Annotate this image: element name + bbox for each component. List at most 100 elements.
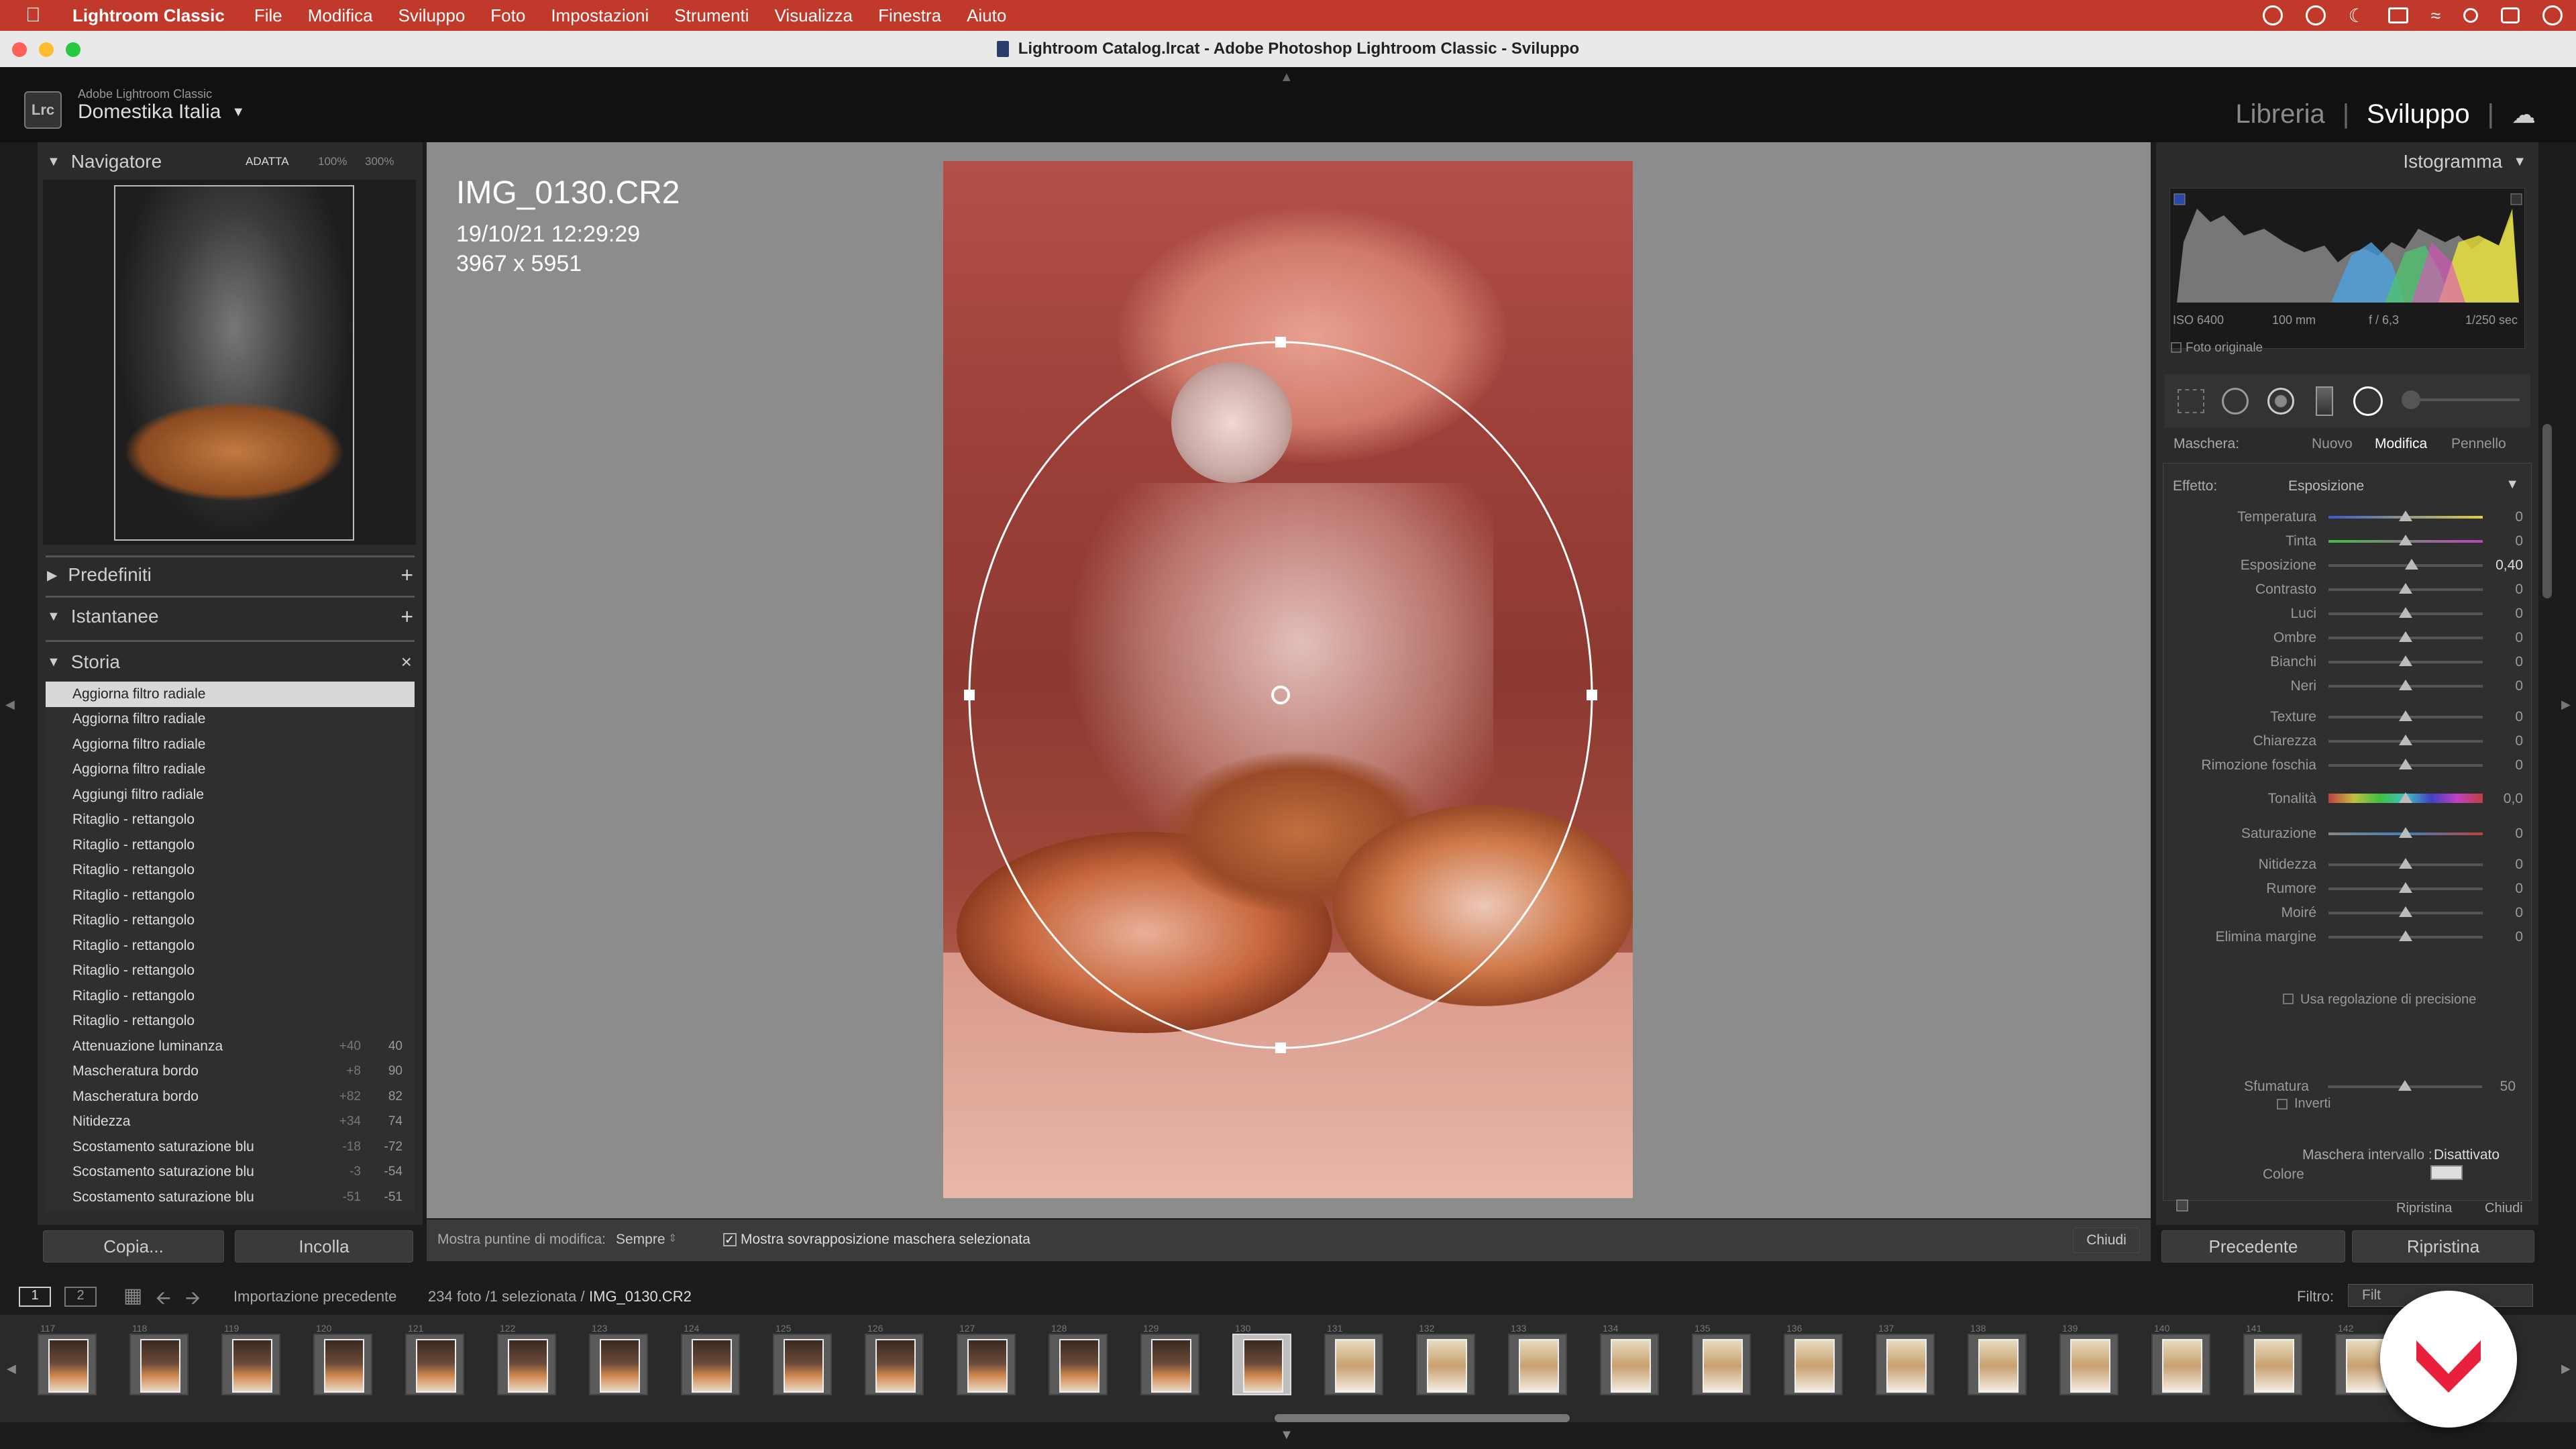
clear-history-icon[interactable]: × bbox=[401, 651, 412, 673]
history-item[interactable]: Aggiorna filtro radiale bbox=[46, 682, 415, 707]
top-panel-toggle-icon[interactable]: ▲ bbox=[1280, 70, 1293, 85]
control-center-icon[interactable] bbox=[2501, 7, 2520, 23]
slider-value[interactable]: 0 bbox=[2515, 606, 2523, 622]
filmstrip-thumbnail[interactable] bbox=[1784, 1334, 1843, 1395]
close-tool-button[interactable]: Chiudi bbox=[2073, 1228, 2140, 1253]
filmstrip-thumbnail[interactable] bbox=[865, 1334, 924, 1395]
add-preset-icon[interactable]: + bbox=[400, 563, 413, 588]
menu-help[interactable]: Aiuto bbox=[967, 5, 1006, 26]
filmstrip-thumbnail[interactable] bbox=[681, 1334, 740, 1395]
slider-thumb[interactable] bbox=[2399, 535, 2412, 545]
menu-tools[interactable]: Strumenti bbox=[674, 5, 749, 26]
radial-handle-right[interactable] bbox=[1587, 690, 1597, 700]
slider-thumb[interactable] bbox=[2399, 710, 2412, 721]
radial-filter-icon[interactable] bbox=[2353, 386, 2383, 416]
history-item[interactable]: Scostamento saturazione blu -18 -72 bbox=[46, 1134, 415, 1160]
slider-thumb[interactable] bbox=[2399, 930, 2412, 941]
feather-thumb[interactable] bbox=[2398, 1080, 2412, 1091]
menu-window[interactable]: Finestra bbox=[878, 5, 941, 26]
menu-file[interactable]: File bbox=[254, 5, 282, 26]
history-item[interactable]: Ritaglio - rettangolo bbox=[46, 983, 415, 1009]
filmstrip-thumbnail[interactable] bbox=[2151, 1334, 2210, 1395]
history-item[interactable]: Ritaglio - rettangolo bbox=[46, 858, 415, 883]
histogram[interactable]: ISO 6400 100 mm f / 6,3 1/250 sec bbox=[2169, 188, 2525, 349]
color-swatch[interactable] bbox=[2430, 1165, 2463, 1180]
radial-filter-ellipse[interactable] bbox=[968, 341, 1593, 1049]
filmstrip-thumbnail[interactable] bbox=[221, 1334, 280, 1395]
slider-thumb[interactable] bbox=[2399, 906, 2412, 917]
slider-value[interactable]: 0 bbox=[2515, 709, 2523, 725]
histogram-header[interactable]: Istogramma ▼ bbox=[2156, 146, 2538, 177]
history-item[interactable]: Ritaglio - rettangolo bbox=[46, 933, 415, 959]
sync-icon[interactable] bbox=[2305, 5, 2326, 25]
feather-value[interactable]: 50 bbox=[2500, 1079, 2516, 1095]
filmstrip-thumbnail[interactable] bbox=[129, 1334, 189, 1395]
right-scrollbar[interactable] bbox=[2542, 424, 2552, 598]
history-item[interactable]: Aggiorna filtro radiale bbox=[46, 757, 415, 783]
history-item[interactable]: Aggiungi filtro radiale bbox=[46, 782, 415, 808]
current-file[interactable]: IMG_0130.CR2 bbox=[589, 1288, 692, 1305]
radial-center-pin[interactable] bbox=[1271, 686, 1290, 704]
history-item[interactable]: Mascheratura bordo +82 82 bbox=[46, 1084, 415, 1110]
slider-thumb[interactable] bbox=[2399, 607, 2412, 618]
history-item[interactable]: Ritaglio - rettangolo bbox=[46, 883, 415, 908]
apple-icon[interactable]:  bbox=[25, 4, 52, 27]
mask-edit[interactable]: Modifica bbox=[2375, 436, 2427, 452]
zoom-100[interactable]: 100% bbox=[318, 155, 347, 168]
range-mask-select[interactable]: Disattivato bbox=[2434, 1147, 2500, 1163]
slider-value[interactable]: 0 bbox=[2515, 733, 2523, 749]
radial-handle-bottom[interactable] bbox=[1275, 1042, 1286, 1053]
graduated-filter-icon[interactable] bbox=[2316, 386, 2333, 416]
history-item[interactable]: Ritaglio - rettangolo bbox=[46, 833, 415, 858]
slider-thumb[interactable] bbox=[2399, 827, 2412, 838]
slider-value[interactable]: 0 bbox=[2515, 929, 2523, 945]
crop-tool-icon[interactable] bbox=[2178, 389, 2204, 413]
brush-icon[interactable] bbox=[2402, 390, 2420, 409]
slider-value[interactable]: 0 bbox=[2515, 826, 2523, 842]
filmstrip-thumbnail[interactable] bbox=[1968, 1334, 2027, 1395]
snapshots-header[interactable]: ▼ Istantanee + bbox=[38, 601, 423, 632]
add-snapshot-icon[interactable]: + bbox=[400, 604, 413, 629]
menu-settings[interactable]: Impostazioni bbox=[551, 5, 649, 26]
slider-thumb[interactable] bbox=[2399, 792, 2412, 803]
slider-value[interactable]: 0,0 bbox=[2504, 791, 2523, 807]
panel-close[interactable]: Chiudi bbox=[2485, 1201, 2523, 1216]
filmstrip-scroll-right-icon[interactable]: ▶ bbox=[2561, 1362, 2571, 1376]
filmstrip-thumbnail[interactable] bbox=[2059, 1334, 2118, 1395]
history-item[interactable]: Mascheratura bordo +8 90 bbox=[46, 1059, 415, 1085]
history-item[interactable]: Attenuazione luminanza +40 40 bbox=[46, 1034, 415, 1059]
creative-cloud-icon[interactable] bbox=[2262, 5, 2283, 25]
history-item[interactable]: Ritaglio - rettangolo bbox=[46, 808, 415, 833]
filmstrip-thumbnail[interactable] bbox=[1140, 1334, 1199, 1395]
spot-removal-icon[interactable] bbox=[2222, 388, 2249, 415]
paste-settings-button[interactable]: Incolla bbox=[235, 1230, 413, 1263]
previous-button[interactable]: Precedente bbox=[2161, 1230, 2345, 1263]
filmstrip-scroll-left-icon[interactable]: ◀ bbox=[7, 1362, 16, 1376]
panel-reset[interactable]: Ripristina bbox=[2396, 1201, 2452, 1216]
history-item[interactable]: Scostamento saturazione blu -51 -51 bbox=[46, 1185, 415, 1210]
overlay-checkbox[interactable]: ✓ bbox=[723, 1233, 737, 1246]
filmstrip-thumbnail[interactable] bbox=[1232, 1334, 1291, 1395]
copy-settings-button[interactable]: Copia... bbox=[43, 1230, 224, 1263]
menu-view[interactable]: Visualizza bbox=[775, 5, 853, 26]
filmstrip-scrollbar[interactable] bbox=[1275, 1414, 1570, 1422]
collapse-icon[interactable]: ▼ bbox=[2506, 477, 2519, 492]
slider-thumb[interactable] bbox=[2399, 511, 2412, 521]
zoom-window-button[interactable] bbox=[66, 42, 80, 57]
brush-slider[interactable] bbox=[2419, 398, 2520, 401]
history-item[interactable]: Aggiorna filtro radiale bbox=[46, 707, 415, 733]
slider-value[interactable]: 0,40 bbox=[2496, 557, 2523, 574]
history-item[interactable]: Ritaglio - rettangolo bbox=[46, 908, 415, 934]
filmstrip-thumbnail[interactable] bbox=[497, 1334, 556, 1395]
slider-thumb[interactable] bbox=[2399, 583, 2412, 594]
effect-select[interactable]: Esposizione bbox=[2288, 478, 2364, 494]
history-item[interactable]: Aggiorna filtro radiale bbox=[46, 732, 415, 757]
history-item[interactable]: Nitidezza +34 74 bbox=[46, 1110, 415, 1135]
cloud-icon[interactable]: ☁ bbox=[2512, 101, 2536, 129]
red-eye-icon[interactable] bbox=[2267, 388, 2294, 415]
history-header[interactable]: ▼ Storia × bbox=[38, 647, 423, 678]
module-develop[interactable]: Sviluppo bbox=[2367, 99, 2469, 129]
filmstrip-thumbnail[interactable] bbox=[313, 1334, 372, 1395]
slider-value[interactable]: 0 bbox=[2515, 857, 2523, 873]
filmstrip-thumbnail[interactable] bbox=[1876, 1334, 1935, 1395]
